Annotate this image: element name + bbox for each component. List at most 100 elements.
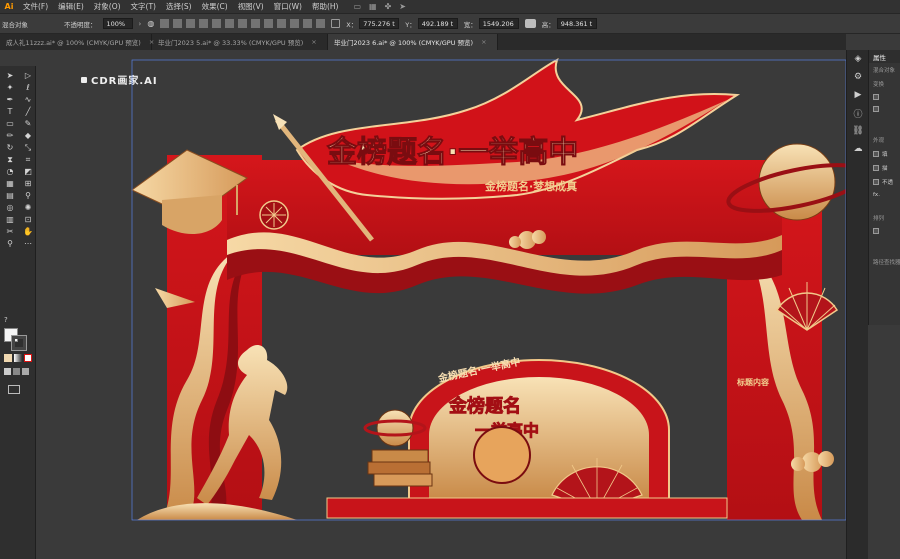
- tab-document-1[interactable]: 成人礼11zzz.ai* @ 100% (CMYK/GPU 预览) ×: [0, 34, 154, 50]
- send-icon[interactable]: ➤: [399, 2, 406, 11]
- distribute-top-icon[interactable]: [238, 19, 248, 28]
- gradient-icon[interactable]: [14, 354, 22, 362]
- gradient-tool-icon[interactable]: ▤: [2, 190, 18, 201]
- gpu-icon[interactable]: ✤: [385, 2, 392, 11]
- center-title[interactable]: 金榜题名: [448, 395, 522, 418]
- screen-mode-icon[interactable]: [8, 385, 20, 394]
- book-stack[interactable]: [367, 449, 433, 487]
- hand-tool-icon[interactable]: ✋: [20, 226, 36, 237]
- fill-row[interactable]: 填: [869, 147, 900, 161]
- paintbrush-icon[interactable]: ✎: [20, 118, 36, 129]
- opacity-icon[interactable]: [873, 179, 879, 185]
- menu-object[interactable]: 对象(O): [89, 1, 126, 12]
- canvas-area[interactable]: CDR画家.AI 金榜题名·一举高中 金榜题名·梦想成真 金榜题名·一举高中 金…: [37, 50, 846, 559]
- menu-type[interactable]: 文字(T): [126, 1, 161, 12]
- globe[interactable]: [376, 409, 414, 447]
- draw-normal-icon[interactable]: [4, 368, 11, 375]
- blend-tool-icon[interactable]: ◎: [2, 202, 18, 213]
- graduation-arch-artwork[interactable]: 金榜题名·一举高中 金榜题名·梦想成真 金榜题名·一举高中 金榜题名 标题内容: [37, 50, 846, 559]
- align-right-icon[interactable]: [186, 19, 196, 28]
- links-icon[interactable]: ⛓: [847, 122, 869, 140]
- angle-icon[interactable]: [873, 106, 879, 112]
- h-input[interactable]: 948.361 t: [556, 18, 597, 29]
- distribute-right-icon[interactable]: [303, 19, 313, 28]
- reference-point-icon[interactable]: [331, 19, 341, 28]
- tab-document-2[interactable]: 毕业门2023 5.ai* @ 33.33% (CMYK/GPU 预览) ×: [152, 34, 328, 50]
- stroke-row[interactable]: 描: [869, 161, 900, 175]
- align-bottom-icon[interactable]: [225, 19, 235, 28]
- draw-behind-icon[interactable]: [13, 368, 20, 375]
- w-input[interactable]: 1549.206: [478, 18, 519, 29]
- color-icon[interactable]: [4, 354, 12, 362]
- align-left-icon[interactable]: [160, 19, 170, 28]
- sub-title[interactable]: 金榜题名·梦想成真: [484, 179, 577, 193]
- default-colors-icon[interactable]: ?: [4, 316, 32, 324]
- libraries-icon[interactable]: ⚙: [847, 68, 869, 86]
- scale-tool-icon[interactable]: ⤡: [20, 142, 36, 153]
- close-icon[interactable]: ×: [311, 38, 316, 46]
- menu-edit[interactable]: 编辑(E): [53, 1, 89, 12]
- eraser-icon[interactable]: ◆: [20, 130, 36, 141]
- reference-point-icon[interactable]: [873, 94, 879, 100]
- menu-window[interactable]: 窗口(W): [269, 1, 307, 12]
- menu-view[interactable]: 视图(V): [233, 1, 269, 12]
- opacity-row[interactable]: 不透: [869, 175, 900, 189]
- recolor-icon[interactable]: ◍: [147, 19, 154, 28]
- distribute-left-icon[interactable]: [277, 19, 287, 28]
- type-tool-icon[interactable]: T: [2, 106, 18, 117]
- cc-libraries-icon[interactable]: ☁: [847, 140, 869, 158]
- fx-button[interactable]: fx.: [869, 189, 900, 201]
- stroke-swatch-icon[interactable]: [873, 165, 879, 171]
- align-vcenter-icon[interactable]: [212, 19, 222, 28]
- pencil-icon[interactable]: ✏: [2, 130, 18, 141]
- artboard-tool-icon[interactable]: ⊡: [20, 214, 36, 225]
- ground-left[interactable]: [137, 503, 297, 520]
- layers-icon[interactable]: ◈: [847, 50, 869, 68]
- close-icon[interactable]: ×: [481, 38, 486, 46]
- info-icon[interactable]: ⓘ: [847, 104, 869, 122]
- slice-tool-icon[interactable]: ✂: [2, 226, 18, 237]
- stage-platform[interactable]: [326, 497, 728, 519]
- live-paint-icon[interactable]: ◩: [20, 166, 36, 177]
- opacity-input[interactable]: 100%: [102, 18, 133, 29]
- menu-help[interactable]: 帮助(H): [307, 1, 344, 12]
- play-icon[interactable]: ▶: [847, 86, 869, 104]
- graph-tool-icon[interactable]: ▥: [2, 214, 18, 225]
- align-hcenter-icon[interactable]: [173, 19, 183, 28]
- magic-wand-icon[interactable]: ✦: [2, 82, 18, 93]
- x-input[interactable]: 775.276 t: [359, 18, 400, 29]
- workspace-icon[interactable]: ▭: [353, 2, 361, 11]
- rotate-tool-icon[interactable]: ↻: [2, 142, 18, 153]
- menu-file[interactable]: 文件(F): [18, 1, 53, 12]
- zoom-tool-icon[interactable]: ⚲: [2, 238, 18, 249]
- link-proportions-icon[interactable]: [524, 19, 536, 28]
- center-fist-badge[interactable]: [473, 426, 531, 484]
- tab-document-3[interactable]: 毕业门2023 6.ai* @ 100% (CMYK/GPU 预览) ×: [328, 34, 498, 50]
- none-icon[interactable]: [24, 354, 32, 362]
- width-tool-icon[interactable]: ⧗: [2, 154, 18, 165]
- more-tools-icon[interactable]: ⋯: [20, 238, 36, 249]
- graduation-cap-base[interactable]: [162, 195, 222, 235]
- fan-topleft[interactable]: [259, 200, 289, 230]
- menu-select[interactable]: 选择(S): [161, 1, 197, 12]
- line-tool-icon[interactable]: ╱: [20, 106, 36, 117]
- y-input[interactable]: 492.189 t: [417, 18, 458, 29]
- chevron-right-icon[interactable]: ›: [139, 20, 142, 28]
- rectangle-tool-icon[interactable]: ▭: [2, 118, 18, 129]
- pen-tool-icon[interactable]: ✒: [2, 94, 18, 105]
- arrange-documents-icon[interactable]: ▦: [369, 2, 377, 11]
- arrange-icon[interactable]: [873, 228, 879, 234]
- menu-effect[interactable]: 效果(C): [197, 1, 233, 12]
- eyedropper-icon[interactable]: ⚲: [20, 190, 36, 201]
- lasso-icon[interactable]: ℓ: [20, 82, 36, 93]
- free-transform-icon[interactable]: ⌗: [20, 154, 36, 165]
- distribute-bottom-icon[interactable]: [264, 19, 274, 28]
- fill-swatch-icon[interactable]: [873, 151, 879, 157]
- symbol-sprayer-icon[interactable]: ✺: [20, 202, 36, 213]
- align-to-icon[interactable]: [316, 19, 326, 28]
- main-title[interactable]: 金榜题名·一举高中: [326, 135, 579, 171]
- side-text[interactable]: 标题内容: [736, 377, 769, 387]
- stroke-swatch[interactable]: [11, 335, 27, 351]
- draw-inside-icon[interactable]: [22, 368, 29, 375]
- curvature-tool-icon[interactable]: ∿: [20, 94, 36, 105]
